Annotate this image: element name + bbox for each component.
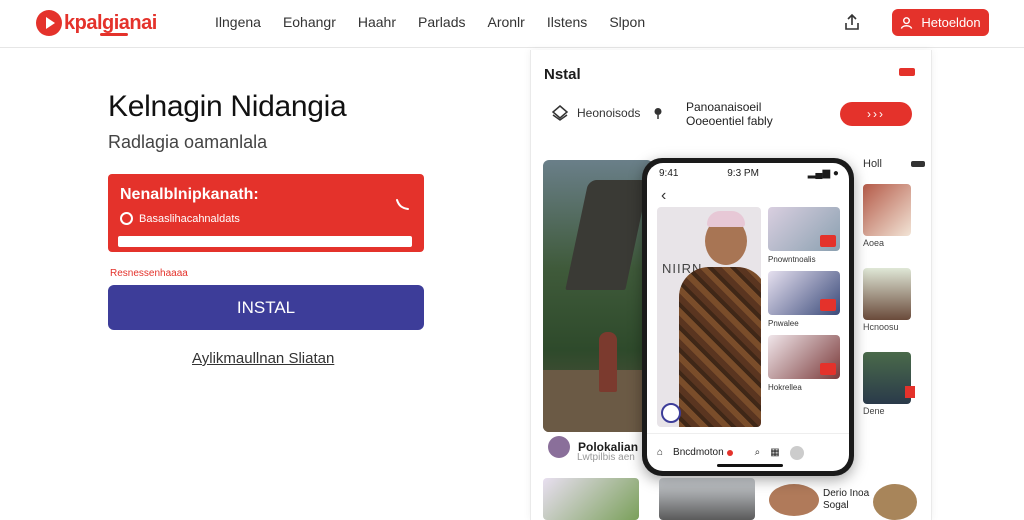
nav-item-4[interactable]: Parlads bbox=[418, 14, 465, 30]
pin-icon bbox=[654, 108, 662, 119]
nav-item-2[interactable]: Eohangr bbox=[283, 14, 336, 30]
verify-badge-icon bbox=[661, 403, 681, 423]
grid-tile[interactable] bbox=[768, 207, 840, 251]
nav-label[interactable]: Bncdmoton bbox=[673, 447, 733, 458]
person-figure bbox=[599, 332, 617, 392]
radio-icon bbox=[120, 212, 133, 225]
layers-icon bbox=[551, 105, 569, 121]
nav-item-5[interactable]: Aronlr bbox=[487, 14, 524, 30]
home-icon[interactable]: ⌂ bbox=[657, 447, 663, 458]
helper-text: Resnessenhaaaa bbox=[110, 268, 188, 279]
grid-icon[interactable]: ▦ bbox=[770, 447, 779, 458]
panel-desc-line-1: Panoanaisoeil bbox=[686, 100, 762, 114]
promo-card-title: Nenalblnipkanath: bbox=[120, 186, 259, 203]
logo-text: kpalgianai bbox=[64, 11, 157, 34]
user-icon bbox=[901, 17, 913, 29]
thumbnail[interactable] bbox=[769, 484, 819, 516]
play-logo-icon bbox=[36, 10, 62, 36]
share-icon[interactable] bbox=[842, 12, 862, 32]
back-arrow-icon[interactable]: ‹ bbox=[661, 187, 666, 205]
profile-photo[interactable]: NIIRN bbox=[657, 207, 761, 427]
grid-tile[interactable] bbox=[768, 271, 840, 315]
right-tile-caption: Hcnoosu bbox=[863, 322, 899, 332]
right-tile[interactable] bbox=[863, 184, 911, 236]
phone-icon bbox=[396, 199, 409, 210]
tag-icon bbox=[820, 299, 836, 311]
hero-title: Kelnagin Nidangia bbox=[108, 90, 347, 123]
nav-item-3[interactable]: Haahr bbox=[358, 14, 396, 30]
cap-shape bbox=[707, 211, 745, 227]
install-button[interactable]: INSTAL bbox=[108, 285, 424, 330]
avatar-icon[interactable] bbox=[789, 445, 804, 460]
grid-caption: Pnowntnoalis bbox=[768, 255, 816, 264]
right-tile-caption: Dene bbox=[863, 406, 885, 416]
tag-icon bbox=[820, 235, 836, 247]
signal-icon: ▂▄▆ ● bbox=[807, 168, 839, 179]
nav-item-6[interactable]: Ilstens bbox=[547, 14, 587, 30]
right-tile[interactable] bbox=[863, 268, 911, 320]
secondary-link[interactable]: Aylikmaullnan Sliatan bbox=[192, 350, 334, 367]
bottom-caption-2: Sogal bbox=[823, 500, 849, 511]
thumbnail[interactable] bbox=[659, 478, 755, 520]
tag-icon bbox=[905, 386, 915, 398]
brand-logo[interactable]: kpalgianai bbox=[36, 9, 157, 37]
phone-time-left: 9:41 bbox=[659, 168, 679, 179]
right-column-title: Holl bbox=[863, 158, 882, 170]
panel-row-label: Heonoisods bbox=[577, 106, 641, 120]
promo-card[interactable]: Nenalblnipkanath: Basaslihacahnaldats bbox=[108, 174, 424, 252]
landscape-photo[interactable] bbox=[543, 160, 653, 432]
batik-shirt bbox=[679, 267, 761, 427]
phone-grid: Pnowntnoalis Pnwalee Hokrellea bbox=[768, 207, 844, 399]
battery-icon bbox=[899, 68, 915, 76]
grid-caption: Pnwalee bbox=[768, 319, 799, 328]
bottom-thumbnails: Derio Inoa Sogal bbox=[543, 478, 923, 520]
status-icon bbox=[911, 161, 925, 167]
panel-desc-line-2: Ooeoentiel fably bbox=[686, 114, 773, 128]
phone-screen: 9:41 9:3 PM ▂▄▆ ● ‹ NIIRN Pnowntnoalis P… bbox=[647, 163, 849, 471]
avatar bbox=[548, 436, 570, 458]
bottom-caption: Derio Inoa bbox=[823, 488, 870, 499]
thumbnail[interactable] bbox=[873, 484, 917, 520]
rock-shape bbox=[565, 180, 649, 290]
home-indicator bbox=[717, 464, 783, 467]
right-column-header: Holl bbox=[863, 158, 925, 170]
right-tile[interactable] bbox=[863, 352, 915, 404]
phone-status-bar: 9:41 9:3 PM ▂▄▆ ● bbox=[659, 168, 839, 179]
nav-item-7[interactable]: Slpon bbox=[609, 14, 645, 30]
phone-time-center: 9:3 PM bbox=[727, 168, 759, 179]
panel-title: Nstal bbox=[544, 66, 581, 83]
notification-dot bbox=[726, 449, 733, 456]
nav-label-text: Bncdmoton bbox=[673, 447, 724, 458]
nav-item-1[interactable]: Ilngena bbox=[215, 14, 261, 30]
logo-underline bbox=[100, 33, 128, 36]
phone-mockup: 9:41 9:3 PM ▂▄▆ ● ‹ NIIRN Pnowntnoalis P… bbox=[642, 158, 854, 476]
grid-caption: Hokrellea bbox=[768, 383, 802, 392]
panel-pill-button[interactable]: ››› bbox=[840, 102, 912, 126]
right-tile-caption: Aoea bbox=[863, 238, 885, 248]
thumbnail[interactable] bbox=[543, 478, 639, 520]
sign-in-label: Hetoeldon bbox=[921, 15, 981, 30]
author-subtitle: Lwtpilbis aen bbox=[577, 452, 635, 463]
top-navigation-bar: kpalgianai Ilngena Eohangr Haahr Parlads… bbox=[0, 0, 1024, 48]
promo-card-option[interactable]: Basaslihacahnaldats bbox=[120, 212, 240, 225]
hero-subtitle: Radlagia oamanlala bbox=[108, 132, 268, 152]
tag-icon bbox=[820, 363, 836, 375]
promo-card-input[interactable] bbox=[118, 236, 412, 247]
grid-tile[interactable] bbox=[768, 335, 840, 379]
panel-row[interactable]: Heonoisods bbox=[551, 104, 640, 122]
search-icon[interactable]: ⌕ bbox=[755, 447, 761, 458]
sign-in-button[interactable]: Hetoeldon bbox=[892, 9, 989, 36]
promo-card-option-label: Basaslihacahnaldats bbox=[139, 212, 240, 225]
right-column: Holl Aoea Hcnoosu Dene bbox=[863, 158, 925, 416]
panel-description: Panoanaisoeil Ooeoentiel fably bbox=[686, 100, 773, 128]
bridge-rail bbox=[543, 370, 653, 432]
main-nav: Ilngena Eohangr Haahr Parlads Aronlr Ils… bbox=[215, 14, 645, 30]
